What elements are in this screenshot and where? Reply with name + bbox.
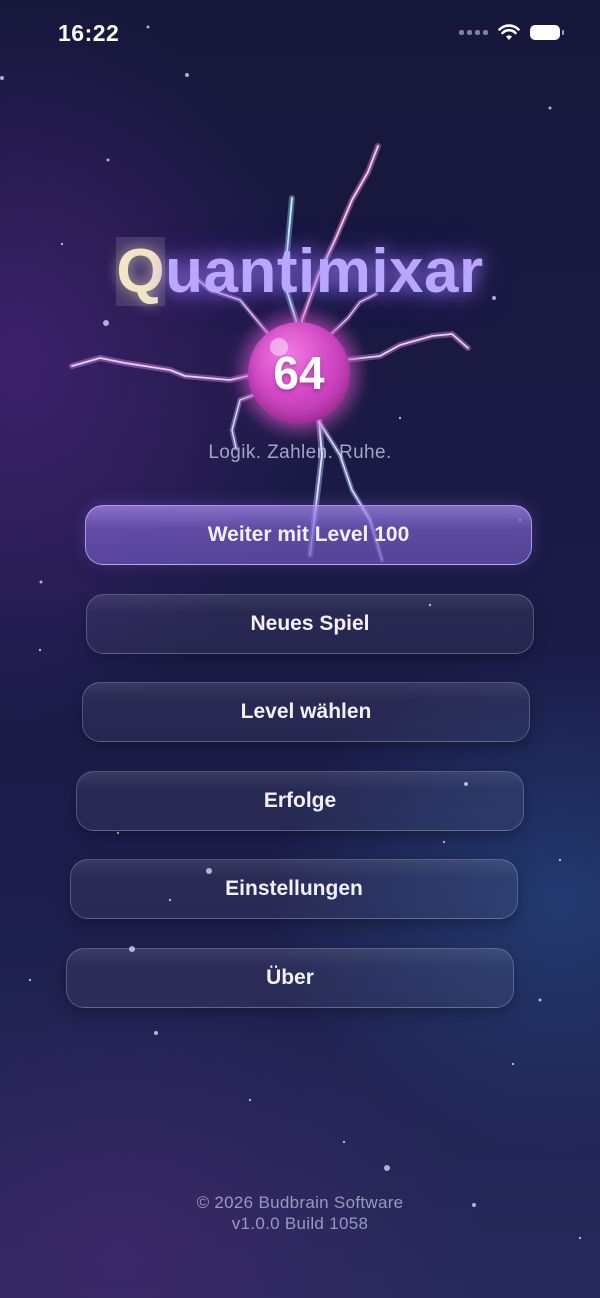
- version-text: v1.0.0 Build 1058: [231, 1214, 369, 1233]
- star: [0, 76, 4, 80]
- star: [342, 1140, 346, 1144]
- app-title: Quantimixar: [0, 236, 600, 307]
- cellular-signal-icon: [459, 30, 488, 35]
- copyright-text: © 2026 Budbrain Software: [196, 1193, 404, 1212]
- battery-icon: [530, 25, 564, 40]
- status-bar: 16:22: [0, 0, 600, 68]
- star: [398, 416, 402, 420]
- app-title-rest: uantimixar: [165, 237, 484, 306]
- star: [103, 320, 109, 326]
- star: [248, 1098, 252, 1102]
- achievements-button[interactable]: Erfolge: [76, 771, 524, 831]
- star: [442, 840, 446, 844]
- star: [548, 106, 552, 110]
- app-title-first-letter: Q: [116, 237, 166, 306]
- status-icons: [459, 24, 564, 41]
- star: [106, 158, 110, 162]
- star: [38, 648, 42, 652]
- star: [511, 1062, 515, 1066]
- star: [538, 998, 542, 1002]
- number-orb: 64: [248, 322, 350, 424]
- footer: © 2026 Budbrain Software v1.0.0 Build 10…: [0, 1192, 600, 1234]
- settings-button[interactable]: Einstellungen: [70, 859, 518, 919]
- star: [39, 580, 43, 584]
- continue-level-button[interactable]: Weiter mit Level 100: [85, 505, 532, 565]
- star: [116, 831, 120, 835]
- app-tagline: Logik. Zahlen. Ruhe.: [208, 442, 392, 463]
- wifi-icon: [498, 24, 520, 40]
- star: [384, 1165, 390, 1171]
- star: [28, 978, 32, 982]
- star: [578, 1236, 582, 1240]
- star: [185, 73, 189, 77]
- status-time: 16:22: [58, 20, 120, 46]
- about-button[interactable]: Über: [66, 948, 514, 1008]
- select-level-button[interactable]: Level wählen: [82, 682, 530, 742]
- new-game-button[interactable]: Neues Spiel: [86, 594, 534, 654]
- star: [154, 1031, 158, 1035]
- orb-value: 64: [273, 347, 325, 399]
- star: [558, 858, 562, 862]
